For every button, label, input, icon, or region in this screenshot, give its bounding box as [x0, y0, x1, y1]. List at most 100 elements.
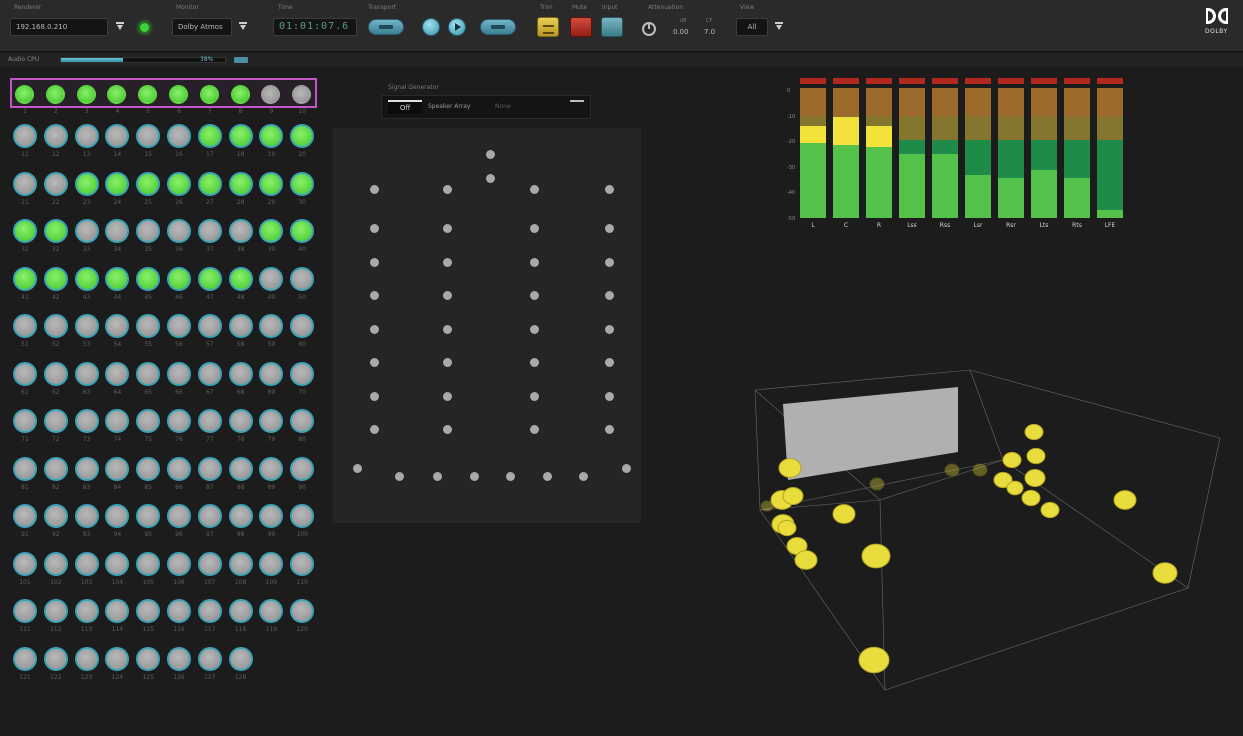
cpu-reset-button[interactable]	[234, 57, 248, 63]
speaker-dot[interactable]	[605, 358, 614, 367]
audio-object-sphere[interactable]	[832, 504, 856, 524]
speaker-dot[interactable]	[605, 425, 614, 434]
renderer-dropdown-icon[interactable]	[113, 18, 127, 36]
speaker-dot[interactable]	[370, 358, 379, 367]
object-indicator	[136, 646, 161, 671]
object-indicator	[74, 314, 99, 338]
speaker-dot[interactable]	[579, 472, 588, 481]
speaker-dot[interactable]	[443, 358, 452, 367]
object-indicator	[228, 599, 253, 623]
object-number: 74	[113, 436, 122, 443]
room-3d-view[interactable]	[740, 360, 1240, 700]
monitor-field[interactable]: Dolby Atmos	[172, 18, 232, 36]
signal-generator-toggle[interactable]: Off	[388, 100, 422, 114]
audio-object-sphere[interactable]	[1024, 423, 1044, 441]
speaker-dot[interactable]	[605, 185, 614, 194]
speaker-dot[interactable]	[530, 425, 539, 434]
speaker-dot[interactable]	[486, 150, 495, 159]
audio-object-sphere[interactable]	[782, 487, 804, 505]
monitor-dropdown-icon[interactable]	[236, 18, 250, 36]
speaker-dot[interactable]	[530, 185, 539, 194]
speaker-dot[interactable]	[443, 324, 452, 334]
fast-forward-button[interactable]	[480, 19, 516, 35]
object-indicator	[167, 361, 191, 386]
audio-object-sphere[interactable]	[794, 550, 818, 570]
object-number: 118	[234, 626, 247, 633]
speaker-layout-panel	[333, 128, 641, 523]
mute-button[interactable]	[570, 17, 592, 37]
speaker-dot[interactable]	[530, 291, 539, 300]
object-number: 88	[236, 483, 245, 491]
screen-plane	[783, 387, 958, 480]
speaker-dot[interactable]	[605, 257, 614, 267]
speaker-dot[interactable]	[370, 185, 379, 194]
speaker-dot[interactable]	[605, 324, 614, 334]
speaker-dot[interactable]	[395, 472, 404, 481]
speaker-dot[interactable]	[433, 472, 442, 481]
object-number: 101	[19, 578, 31, 586]
audio-object-sphere[interactable]	[972, 463, 988, 477]
stop-button[interactable]	[422, 18, 440, 36]
audio-object-sphere[interactable]	[1113, 490, 1137, 510]
speaker-dot[interactable]	[370, 324, 379, 334]
audio-object-sphere[interactable]	[778, 458, 802, 478]
renderer-address-field[interactable]: 192.168.0.210	[10, 18, 108, 36]
audio-object-sphere[interactable]	[1040, 501, 1060, 519]
speaker-dot[interactable]	[353, 464, 362, 473]
input-button[interactable]	[601, 17, 623, 37]
object-indicator	[228, 551, 253, 576]
speaker-dot[interactable]	[622, 464, 631, 473]
speaker-dot[interactable]	[443, 391, 452, 401]
speaker-dot[interactable]	[530, 324, 539, 334]
audio-object-sphere[interactable]	[1026, 447, 1046, 465]
speaker-dot[interactable]	[370, 257, 379, 267]
object-indicator	[74, 409, 99, 433]
audio-object-sphere[interactable]	[1024, 469, 1046, 487]
speaker-dot[interactable]	[530, 224, 539, 233]
speaker-dot[interactable]	[370, 425, 379, 434]
speaker-dot[interactable]	[443, 425, 452, 434]
speaker-dot[interactable]	[443, 291, 452, 300]
object-number: 10	[298, 108, 306, 115]
speaker-dot[interactable]	[370, 291, 379, 300]
object-indicator	[167, 124, 191, 148]
audio-object-sphere[interactable]	[869, 477, 885, 491]
speaker-dot[interactable]	[530, 358, 539, 367]
object-indicator	[167, 599, 191, 623]
audio-object-sphere[interactable]	[1006, 480, 1024, 496]
audio-object-sphere[interactable]	[944, 463, 960, 477]
speaker-dot[interactable]	[443, 257, 452, 267]
audio-object-sphere[interactable]	[858, 646, 890, 674]
object-indicator	[74, 124, 99, 148]
speaker-dot[interactable]	[506, 472, 515, 481]
audio-object-sphere[interactable]	[1002, 451, 1022, 469]
audio-object-sphere[interactable]	[777, 519, 797, 537]
speaker-dot[interactable]	[605, 291, 614, 300]
speaker-array-value[interactable]: None	[495, 103, 511, 110]
speaker-dot[interactable]	[370, 391, 379, 401]
rewind-button[interactable]	[368, 19, 404, 35]
audio-object-sphere[interactable]	[760, 500, 774, 512]
speaker-dot[interactable]	[486, 174, 495, 183]
attenuation-knob-icon[interactable]	[642, 22, 656, 36]
view-field[interactable]: All	[736, 18, 768, 36]
speaker-dot[interactable]	[605, 224, 614, 233]
audio-object-sphere[interactable]	[1152, 562, 1178, 584]
audio-object-sphere[interactable]	[1021, 489, 1041, 507]
audio-object-sphere[interactable]	[861, 543, 891, 569]
trim-button[interactable]	[537, 17, 559, 37]
play-button[interactable]	[448, 18, 466, 36]
speaker-dot[interactable]	[543, 472, 552, 481]
object-number: 90	[298, 483, 306, 491]
speaker-dot[interactable]	[605, 391, 614, 401]
view-dropdown-icon[interactable]	[772, 18, 786, 36]
speaker-dot[interactable]	[470, 472, 479, 481]
speaker-array-dropdown-icon[interactable]	[570, 100, 584, 102]
speaker-dot[interactable]	[370, 224, 379, 233]
object-number: 39	[267, 246, 276, 253]
speaker-dot[interactable]	[443, 224, 452, 233]
object-indicator	[228, 504, 253, 528]
speaker-dot[interactable]	[443, 185, 452, 194]
speaker-dot[interactable]	[530, 391, 539, 401]
speaker-dot[interactable]	[530, 257, 539, 267]
